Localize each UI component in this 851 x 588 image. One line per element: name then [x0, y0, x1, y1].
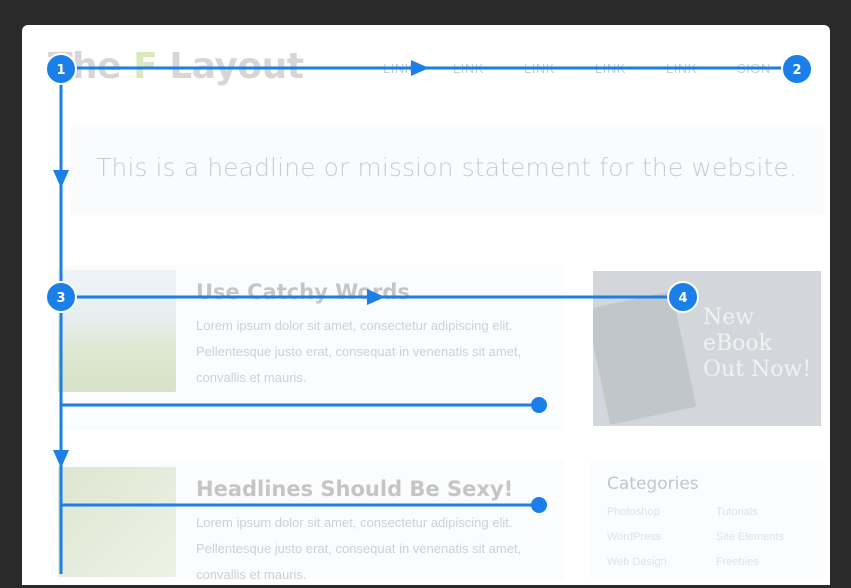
category-link[interactable]: Site Elements: [716, 531, 784, 543]
nav-link-2[interactable]: LINK: [453, 61, 484, 76]
article-body-2: Lorem ipsum dolor sit amet, consectetur …: [196, 515, 522, 582]
hero-headline: This is a headline or mission statement …: [96, 153, 797, 182]
logo-prefix: The: [48, 46, 134, 87]
category-link[interactable]: WordPress: [607, 531, 661, 543]
ebook-promo-banner[interactable]: New eBook Out Now!: [593, 271, 821, 426]
logo-suffix: Layout: [157, 46, 304, 87]
category-link[interactable]: Freebies: [716, 556, 759, 568]
category-link[interactable]: Photoshop: [607, 506, 660, 518]
category-link[interactable]: Web Design: [607, 556, 667, 568]
ebook-promo-text: New eBook Out Now!: [703, 305, 812, 382]
article-thumbnail-2[interactable]: [58, 467, 176, 577]
nav-link-4[interactable]: LINK: [595, 61, 626, 76]
nav-link-1[interactable]: LINK: [383, 61, 414, 76]
article-body-1: Lorem ipsum dolor sit amet, consectetur …: [196, 318, 522, 385]
top-nav: LINK LINK LINK LINK LINK SIGN: [380, 61, 820, 81]
article-title-1[interactable]: Use Catchy Words: [196, 280, 410, 304]
site-logo[interactable]: The F Layout: [48, 46, 304, 87]
nav-link-3[interactable]: LINK: [524, 61, 555, 76]
article-title-2[interactable]: Headlines Should Be Sexy!: [196, 477, 513, 501]
nav-sign-link[interactable]: SIGN: [737, 61, 771, 76]
ebook-cover-image: [593, 291, 697, 425]
article-thumbnail-1[interactable]: [58, 270, 176, 392]
logo-mark: F: [133, 46, 158, 87]
nav-link-5[interactable]: LINK: [666, 61, 697, 76]
category-link[interactable]: Tutorials: [716, 506, 758, 518]
categories-heading: Categories: [607, 474, 699, 494]
